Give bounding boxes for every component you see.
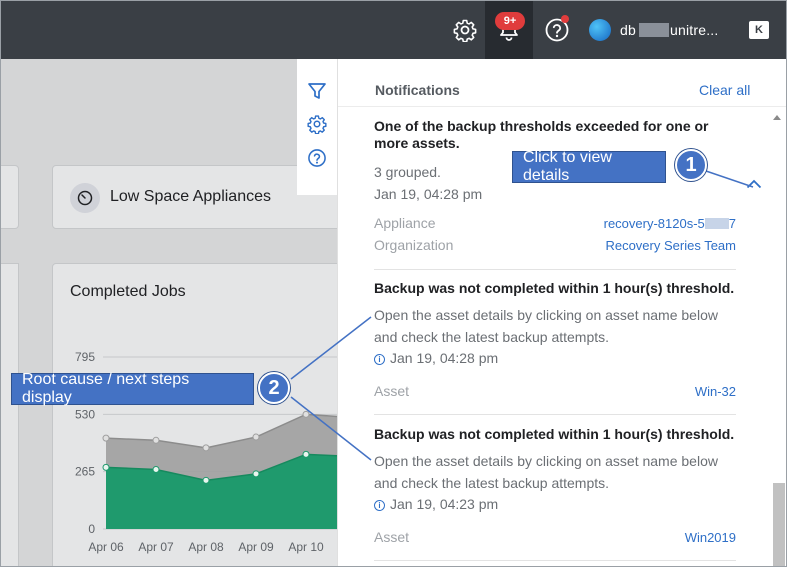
- top-bar: 9+ db unitre... K: [1, 1, 786, 59]
- divider: [374, 414, 736, 415]
- asset-link[interactable]: Win-32: [695, 384, 736, 399]
- organization-label: Organization: [374, 237, 454, 253]
- redacted-username: [639, 23, 669, 37]
- notification-headline: Backup was not completed within 1 hour(s…: [374, 426, 735, 442]
- data-point-gray: [302, 410, 310, 418]
- data-point-green: [202, 476, 210, 484]
- appliance-value-b: 7: [728, 216, 736, 231]
- user-domain: unitre...: [669, 22, 719, 38]
- data-point-green: [252, 470, 260, 478]
- data-point-gray: [252, 433, 260, 441]
- card-partial: [1, 165, 19, 229]
- scrollbar-thumb[interactable]: [773, 483, 785, 566]
- y-tick-label: 265: [75, 465, 95, 479]
- notifications-button[interactable]: [485, 1, 533, 59]
- notification-body: Open the asset details by clicking on as…: [374, 453, 718, 491]
- asset-row: Asset Win2019: [374, 529, 736, 549]
- avatar[interactable]: [589, 19, 611, 41]
- data-point-gray: [202, 444, 210, 452]
- y-tick-label: 795: [75, 350, 95, 364]
- help-alert-dot: [561, 15, 569, 23]
- notifications-title: Notifications: [375, 82, 460, 98]
- asset-row: Asset Win-32: [374, 383, 736, 403]
- x-tick-label: Apr 09: [238, 540, 274, 554]
- user-name-prefix: db: [620, 22, 636, 38]
- user-menu[interactable]: db unitre...: [620, 22, 718, 38]
- callout-number-1: 1: [675, 149, 707, 181]
- callout-number-2: 2: [258, 372, 290, 404]
- asset-link[interactable]: Win2019: [685, 530, 736, 545]
- organization-link[interactable]: Recovery Series Team: [605, 238, 736, 253]
- asset-label: Asset: [374, 383, 410, 399]
- asset-label: Asset: [374, 529, 410, 545]
- data-point-gray: [102, 434, 110, 442]
- chevron-up-icon[interactable]: [746, 179, 762, 189]
- data-point-green: [302, 450, 310, 458]
- notification-item[interactable]: Backup was not completed within 1 hour(s…: [374, 280, 736, 366]
- x-tick-label: Apr 06: [88, 540, 124, 554]
- x-tick-label: Apr 07: [138, 540, 174, 554]
- app-window: 9+ db unitre... K Low Space Appliances C…: [0, 0, 787, 567]
- completed-jobs-chart: 795 530 265 0 Apr 06 Apr 07 Apr 08 Apr 09 Apr 10: [75, 350, 351, 554]
- notification-time: Jan 19, 04:28 pm: [374, 186, 483, 202]
- appliance-value-a: recovery-8120s-5: [603, 216, 705, 231]
- filter-icon[interactable]: [305, 79, 329, 103]
- help-icon[interactable]: [305, 146, 329, 170]
- notification-time: Jan 19, 04:23 pm: [390, 496, 499, 512]
- notification-count-badge: 9+: [495, 12, 525, 30]
- info-icon: i: [374, 354, 385, 365]
- notification-headline: Backup was not completed within 1 hour(s…: [374, 280, 735, 296]
- gauge-icon: [70, 183, 100, 213]
- notification-headline: One of the backup thresholds exceeded fo…: [374, 118, 709, 151]
- data-point-gray: [152, 436, 160, 444]
- notification-body: Open the asset details by clicking on as…: [374, 307, 718, 345]
- gauge-icon-svg: [77, 190, 93, 206]
- appliance-label: Appliance: [374, 215, 436, 231]
- appliance-link[interactable]: recovery-8120s-5 7: [604, 216, 736, 231]
- data-point-green: [102, 463, 110, 471]
- notifications-header: Notifications Clear all: [338, 59, 786, 107]
- x-tick-label: Apr 08: [188, 540, 224, 554]
- y-tick-label: 0: [88, 522, 95, 536]
- card-partial: [1, 263, 19, 566]
- notification-time: Jan 19, 04:28 pm: [390, 350, 499, 366]
- notification-tools: [297, 59, 339, 195]
- gear-icon[interactable]: [448, 13, 482, 47]
- callout-view-details: Click to view details: [512, 149, 666, 184]
- appliance-row: Appliance recovery-8120s-5 7: [374, 215, 736, 235]
- notifications-panel: Notifications Clear all One of the backu…: [337, 59, 786, 566]
- divider: [374, 269, 736, 270]
- completed-jobs-card: Completed Jobs 795 530 265 0 Apr 06 Apr 07 Apr…: [52, 263, 352, 566]
- help-icon-svg: [308, 149, 326, 167]
- y-tick-label: 530: [75, 407, 95, 421]
- low-space-title: Low Space Appliances: [110, 188, 271, 205]
- settings-icon[interactable]: [305, 112, 329, 136]
- x-tick-label: Apr 10: [288, 540, 324, 554]
- brand-logo[interactable]: K: [749, 21, 769, 39]
- gear-icon-svg: [453, 19, 477, 42]
- callout-root-cause: Root cause / next steps display: [11, 371, 254, 406]
- organization-row: Organization Recovery Series Team: [374, 237, 736, 257]
- info-icon: i: [374, 500, 385, 511]
- clear-all-link[interactable]: Clear all: [699, 82, 750, 98]
- settings-icon-svg: [307, 115, 327, 134]
- redacted-value: [704, 218, 729, 229]
- data-point-green: [152, 466, 160, 474]
- scroll-up-arrow[interactable]: [772, 113, 782, 121]
- notification-time-row: i Jan 19, 04:23 pm: [374, 496, 736, 512]
- notification-item[interactable]: Backup was not completed within 1 hour(s…: [374, 426, 736, 512]
- divider: [374, 560, 736, 561]
- notification-time-row: i Jan 19, 04:28 pm: [374, 350, 736, 366]
- filter-icon-svg: [308, 83, 326, 99]
